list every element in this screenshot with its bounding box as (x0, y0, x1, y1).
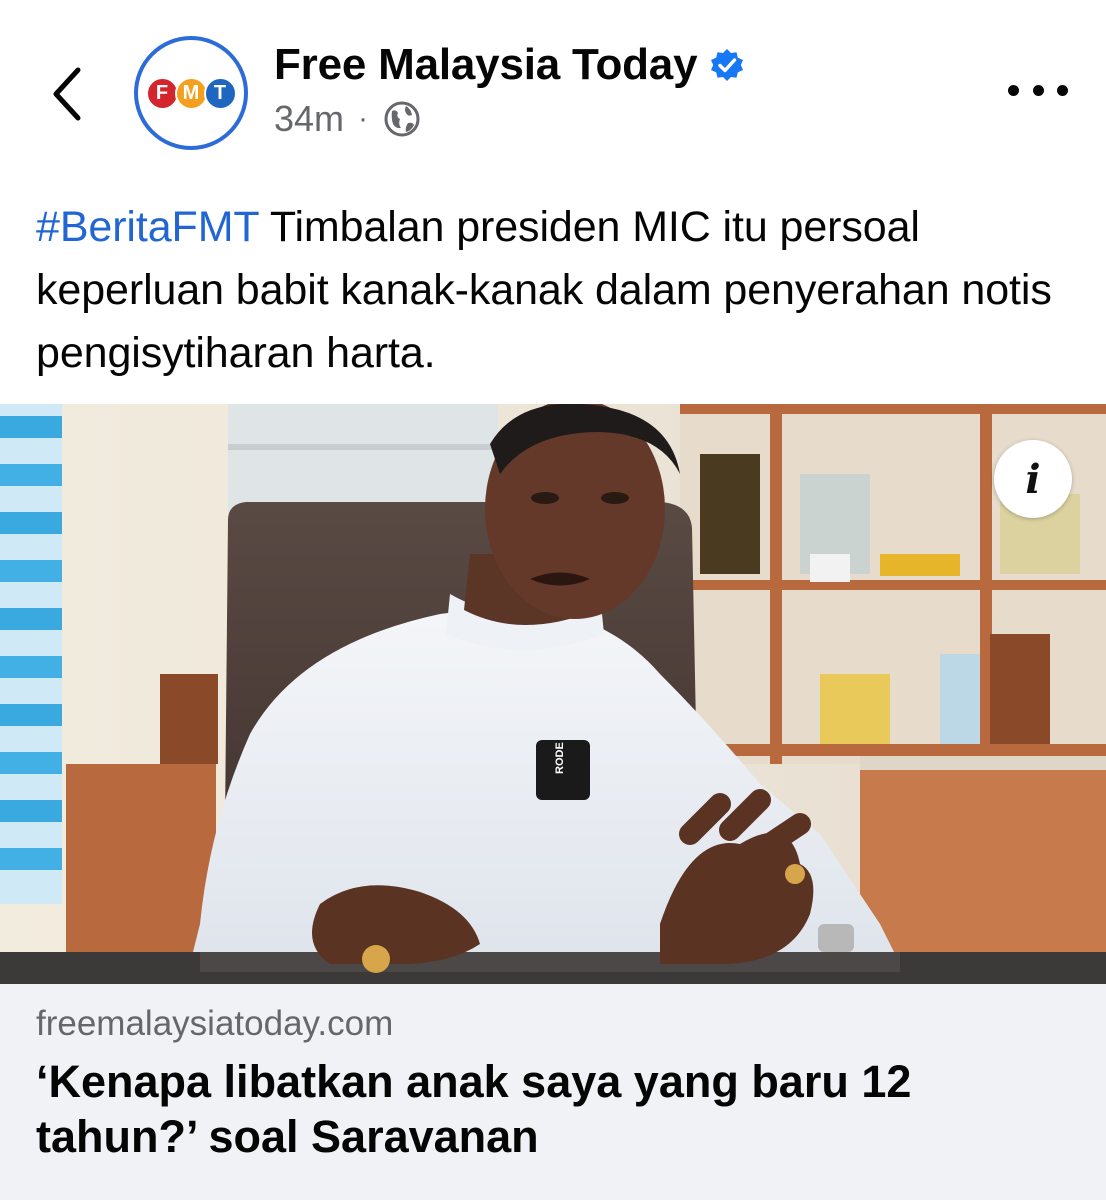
page-avatar[interactable]: F M T (134, 36, 248, 150)
hashtag-link[interactable]: #BeritaFMT (36, 203, 259, 251)
window-blinds (0, 404, 62, 904)
more-dot (1008, 84, 1019, 96)
post-timestamp[interactable]: 34m (274, 98, 344, 140)
photo-illustration: RODE (0, 404, 1106, 984)
page-name[interactable]: Free Malaysia Today (274, 40, 698, 90)
meta-separator: · (358, 102, 369, 135)
post-meta: 34m · (274, 98, 422, 140)
more-dot (1032, 84, 1044, 96)
post-header: F M T Free Malaysia Today 34m · (0, 0, 1106, 170)
back-button[interactable] (40, 56, 96, 128)
logo-letter-m: M (174, 76, 208, 110)
link-preview-card[interactable]: freemalaysiatoday.com ‘Kenapa libatkan a… (0, 984, 1106, 1200)
info-icon: i (1025, 455, 1041, 503)
info-button[interactable]: i (994, 440, 1072, 518)
chevron-left-icon (53, 67, 81, 121)
mic-label: RODE (554, 742, 566, 774)
cabinet-left (66, 764, 216, 964)
more-options-button[interactable] (1008, 70, 1068, 110)
link-domain: freemalaysiatoday.com (36, 1004, 394, 1043)
logo-letter-t: T (203, 76, 237, 110)
frame-left (160, 674, 218, 764)
post-photo[interactable]: RODE i (0, 404, 1106, 984)
more-dot (1057, 84, 1068, 96)
verified-badge-icon (711, 49, 744, 81)
page-name-row: Free Malaysia Today (274, 40, 745, 90)
logo-letter-f: F (145, 76, 179, 110)
sideboard (860, 764, 1106, 964)
post-text: #BeritaFMT Timbalan presiden MIC itu per… (36, 196, 1076, 385)
link-title: ‘Kenapa libatkan anak saya yang baru 12 … (36, 1056, 912, 1162)
globe-icon (384, 101, 420, 137)
fmt-logo: F M T (145, 76, 237, 110)
